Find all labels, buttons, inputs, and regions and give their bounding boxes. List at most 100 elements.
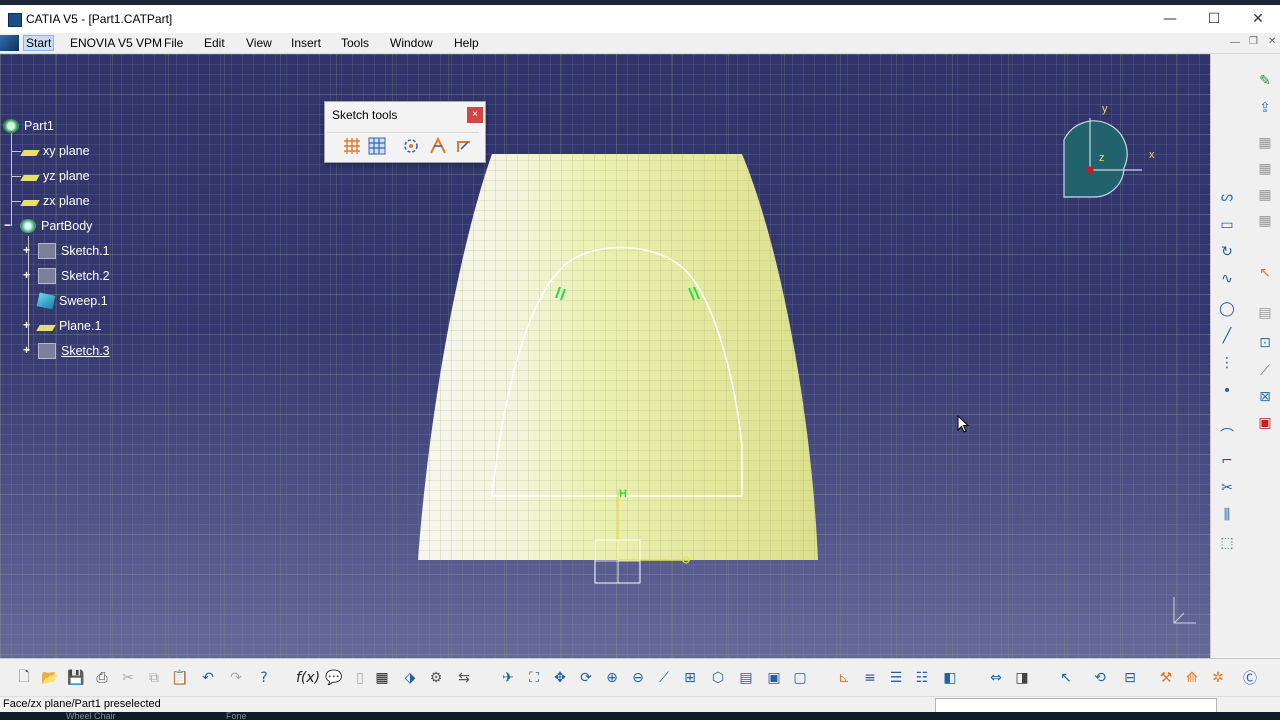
mdi-close-button[interactable]: ✕ [1268, 36, 1276, 47]
corner-icon[interactable]: ⌒ [1217, 426, 1237, 444]
paste-icon[interactable]: 📋 [170, 668, 190, 688]
formula-icon[interactable]: f(x) [296, 668, 320, 688]
compass-widget[interactable]: y x z [1060, 100, 1170, 205]
fix-icon[interactable]: ⊠ [1255, 388, 1275, 406]
disabled-tool-icon[interactable]: ▦ [1255, 186, 1275, 204]
disabled-tool-icon[interactable]: ▦ [1255, 160, 1275, 178]
workbench-icon[interactable]: ⊟ [1120, 668, 1140, 688]
fly-icon[interactable]: ✈ [498, 668, 518, 688]
menu-edit[interactable]: Edit [204, 36, 225, 50]
analysis-icon[interactable]: ◨ [1012, 668, 1032, 688]
snap-icon[interactable]: ≡ [860, 668, 880, 688]
taskbar-item[interactable]: Wheel Chair [66, 712, 116, 720]
menu-insert[interactable]: Insert [291, 36, 321, 50]
trim-icon[interactable]: ✂ [1217, 479, 1237, 497]
cut-icon[interactable]: ✂ [118, 668, 138, 688]
circle-icon[interactable]: ↻ [1217, 243, 1237, 261]
view-mode-icon[interactable]: ⬡ [708, 668, 728, 688]
expand-sketch2[interactable]: + [22, 269, 31, 281]
tree-node-zx-plane[interactable]: zx plane [20, 191, 90, 211]
expand-plane1[interactable]: + [22, 319, 31, 331]
print-icon[interactable]: ⎙ [92, 668, 112, 688]
swap-space-icon[interactable]: ▣ [764, 668, 784, 688]
tree-node-xy-plane[interactable]: xy plane [20, 141, 90, 161]
mirror-icon[interactable]: ⫼ [1217, 506, 1237, 524]
normal-view-icon[interactable]: ⟋ [654, 668, 674, 688]
tree-node-yz-plane[interactable]: yz plane [20, 166, 90, 186]
sketch-tool-icon[interactable]: ✲ [1208, 668, 1228, 688]
hide-show-icon[interactable]: ▤ [736, 668, 756, 688]
sketch-tools-toolbar[interactable]: Sketch tools × [324, 101, 486, 163]
sketch-tools-close-button[interactable]: × [467, 107, 483, 123]
tree-node-part1[interactable]: Part1 [3, 116, 54, 136]
design-table-icon[interactable]: ▦ [372, 668, 392, 688]
select-icon[interactable]: ↖ [1255, 264, 1275, 282]
snap-to-point-icon[interactable] [368, 137, 386, 155]
construction-element-icon[interactable] [402, 137, 420, 155]
construction-icon[interactable]: ☰ [886, 668, 906, 688]
spline-icon[interactable]: ∿ [1217, 270, 1237, 288]
select-icon[interactable]: ↖ [1056, 668, 1076, 688]
project-3d-icon[interactable]: ⬚ [1217, 534, 1237, 552]
tree-node-plane1[interactable]: Plane.1 [36, 316, 101, 336]
sketch-tool-icon[interactable]: ⚒ [1156, 668, 1176, 688]
command-input[interactable] [935, 698, 1217, 713]
start-menu-icon[interactable] [0, 35, 19, 51]
fit-all-icon[interactable]: ⛶ [524, 668, 544, 688]
mdi-minimize-button[interactable]: — [1230, 37, 1240, 48]
grid-icon[interactable] [343, 137, 361, 155]
collapse-partbody[interactable]: − [3, 219, 12, 231]
menu-window[interactable]: Window [390, 36, 433, 50]
mdi-restore-button[interactable]: ❐ [1249, 36, 1258, 47]
whats-this-icon[interactable]: ? [254, 668, 274, 688]
dimensional-constraints-icon[interactable] [455, 137, 473, 155]
tree-node-sketch2[interactable]: Sketch.2 [38, 266, 110, 286]
analysis-icon[interactable]: ▣ [1255, 414, 1275, 432]
sketch-tool-icon[interactable]: ⟰ [1182, 668, 1202, 688]
undo-icon[interactable]: ↶ [198, 668, 218, 688]
disabled-tool-icon[interactable]: ▤ [1255, 304, 1275, 322]
open-icon[interactable]: 📂 [40, 668, 60, 688]
geometrical-constraints-icon[interactable] [429, 137, 447, 155]
disabled-tool-icon[interactable]: ▦ [1255, 134, 1275, 152]
catalog-icon[interactable]: ⬗ [400, 668, 420, 688]
zoom-out-icon[interactable]: ⊖ [628, 668, 648, 688]
menu-help[interactable]: Help [454, 36, 479, 50]
copy-icon[interactable]: ⧉ [144, 668, 164, 688]
tree-node-partbody[interactable]: PartBody [20, 216, 92, 236]
measure-icon[interactable]: ⚙ [426, 668, 446, 688]
maximize-button[interactable]: ☐ [1192, 5, 1236, 33]
tree-node-sweep1[interactable]: Sweep.1 [36, 291, 108, 311]
tree-node-sketch3[interactable]: Sketch.3 [38, 341, 110, 361]
menu-file[interactable]: File [164, 36, 183, 50]
new-icon[interactable]: 🗋 [14, 668, 34, 688]
tree-node-sketch1[interactable]: Sketch.1 [38, 241, 110, 261]
view-icon[interactable]: ▢ [790, 668, 810, 688]
save-icon[interactable]: 💾 [66, 668, 86, 688]
catia-logo-icon[interactable]: Ⓒ [1240, 668, 1260, 688]
close-button[interactable]: ✕ [1236, 5, 1280, 33]
disabled-tool-icon[interactable]: ▦ [1255, 212, 1275, 230]
grid-icon[interactable]: ⊾ [834, 668, 854, 688]
sketch-analysis-icon[interactable]: ⇔ [986, 668, 1006, 688]
measure-icon[interactable]: ⇆ [454, 668, 474, 688]
axis-icon[interactable]: ⋮ [1217, 354, 1237, 372]
sketch-icon[interactable]: ✎ [1255, 72, 1275, 90]
contact-constraint-icon[interactable]: ⟋ [1255, 362, 1275, 380]
menu-view[interactable]: View [246, 36, 272, 50]
menu-tools[interactable]: Tools [341, 36, 369, 50]
quick-view-icon[interactable]: ⊞ [680, 668, 700, 688]
3d-viewport[interactable] [0, 54, 1210, 658]
pan-icon[interactable]: ✥ [550, 668, 570, 688]
disabled-tool-icon[interactable]: ▯ [350, 668, 370, 688]
dimensional-constraints-icon[interactable]: ◧ [940, 668, 960, 688]
zoom-in-icon[interactable]: ⊕ [602, 668, 622, 688]
taskbar-item[interactable]: Fone [226, 712, 247, 720]
constraint-icon[interactable]: ⊡ [1255, 334, 1275, 352]
point-icon[interactable]: • [1217, 382, 1237, 400]
geometric-constraints-icon[interactable]: ☷ [912, 668, 932, 688]
comment-icon[interactable]: 💬 [324, 668, 344, 688]
chamfer-icon[interactable]: ⌐ [1217, 452, 1237, 470]
menu-start[interactable]: Start [22, 35, 55, 51]
expand-sketch3[interactable]: + [22, 344, 31, 356]
